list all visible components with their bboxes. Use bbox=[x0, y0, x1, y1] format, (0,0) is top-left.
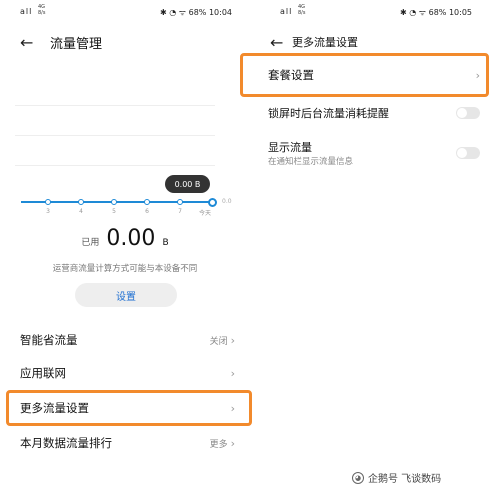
row-label: 更多流量设置 bbox=[20, 401, 89, 415]
signal-icon: all bbox=[280, 7, 293, 16]
row-label: 应用联网 bbox=[20, 366, 66, 380]
row-label: 套餐设置 bbox=[268, 68, 314, 82]
carrier-note: 运营商流量计算方式可能与本设备不同 bbox=[52, 264, 198, 274]
status-right: ✱ ◔ ᯤ 68% 10:04 bbox=[160, 8, 232, 17]
row-sublabel: 在通知栏显示流量信息 bbox=[268, 157, 354, 167]
row-label: 本月数据流量排行 bbox=[20, 436, 112, 450]
chevron-right-icon: › bbox=[475, 68, 480, 82]
chevron-right-icon: › bbox=[230, 366, 235, 380]
row-app-network[interactable]: 应用联网 › bbox=[20, 358, 235, 388]
chart-tick-label: 5 bbox=[112, 208, 116, 215]
chart-point bbox=[144, 199, 150, 205]
row-more-settings[interactable]: 更多流量设置 › bbox=[20, 393, 235, 423]
lockscreen-alert-toggle[interactable] bbox=[456, 107, 480, 119]
show-traffic-toggle[interactable] bbox=[456, 147, 480, 159]
watermark: ◕ 企鹅号 飞谈数码 bbox=[352, 470, 441, 485]
used-unit: B bbox=[162, 238, 169, 248]
chart-point bbox=[111, 199, 117, 205]
setup-button[interactable]: 设置 bbox=[75, 283, 177, 307]
grid-line bbox=[15, 135, 215, 136]
row-plan-settings[interactable]: 套餐设置 › bbox=[268, 60, 480, 90]
chart-tick-label: 今天 bbox=[198, 210, 211, 217]
page-title: 更多流量设置 bbox=[292, 36, 358, 49]
row-value: 更多 bbox=[209, 439, 228, 450]
screen-comparison: all 4G 8/s ✱ ◔ ᯤ 68% 10:04 ← 流量管理 0.00 B… bbox=[0, 0, 500, 500]
used-label: 已用 bbox=[81, 238, 100, 248]
grid-line bbox=[15, 105, 215, 106]
traffic-chart: 0.00 B 3 4 5 6 7 今天 0.0 bbox=[15, 105, 245, 225]
row-label: 显示流量 bbox=[268, 141, 312, 154]
row-label: 智能省流量 bbox=[20, 333, 78, 347]
row-smart-saving[interactable]: 智能省流量 关闭 › bbox=[20, 325, 235, 355]
chart-tick-label: 3 bbox=[46, 208, 50, 215]
right-header: ← 更多流量设置 bbox=[270, 28, 358, 56]
used-summary: 已用 0.00 B bbox=[0, 226, 250, 251]
watermark-text: 企鹅号 飞谈数码 bbox=[368, 474, 442, 485]
chart-point bbox=[177, 199, 183, 205]
chevron-right-icon: › bbox=[230, 401, 235, 415]
used-value: 0.00 bbox=[106, 226, 156, 251]
chart-point bbox=[207, 197, 217, 207]
grid-line bbox=[15, 165, 215, 166]
left-status-bar: all 4G 8/s ✱ ◔ ᯤ 68% 10:04 bbox=[0, 0, 250, 24]
chart-point bbox=[78, 199, 84, 205]
chart-tooltip: 0.00 B bbox=[165, 175, 210, 193]
chevron-right-icon: › bbox=[230, 436, 235, 450]
chart-unit-label: 0.0 bbox=[222, 198, 232, 205]
row-label: 锁屏时后台流量消耗提醒 bbox=[268, 107, 389, 120]
network-speed: 4G 8/s bbox=[298, 4, 306, 16]
status-right: ✱ ◔ ᯤ 68% 10:05 bbox=[400, 8, 472, 17]
back-arrow-icon[interactable]: ← bbox=[270, 33, 288, 52]
row-monthly-ranking[interactable]: 本月数据流量排行 更多 › bbox=[20, 428, 235, 458]
right-status-bar: all 4G 8/s ✱ ◔ ᯤ 68% 10:05 bbox=[260, 0, 500, 24]
chart-tick-label: 4 bbox=[79, 208, 83, 215]
chart-tick-label: 6 bbox=[145, 208, 149, 215]
signal-icon: all bbox=[20, 7, 33, 16]
chart-tick-label: 7 bbox=[178, 208, 182, 215]
row-show-traffic[interactable]: 显示流量 在通知栏显示流量信息 bbox=[268, 135, 480, 171]
row-value: 关闭 bbox=[209, 336, 228, 347]
left-header: ← 流量管理 bbox=[20, 28, 102, 56]
back-arrow-icon[interactable]: ← bbox=[20, 33, 38, 52]
chart-point bbox=[45, 199, 51, 205]
page-title: 流量管理 bbox=[50, 36, 103, 52]
network-speed: 4G 8/s bbox=[38, 4, 46, 16]
penguin-icon: ◕ bbox=[352, 471, 364, 484]
row-lockscreen-alert[interactable]: 锁屏时后台流量消耗提醒 bbox=[268, 98, 480, 128]
chevron-right-icon: › bbox=[230, 333, 235, 347]
